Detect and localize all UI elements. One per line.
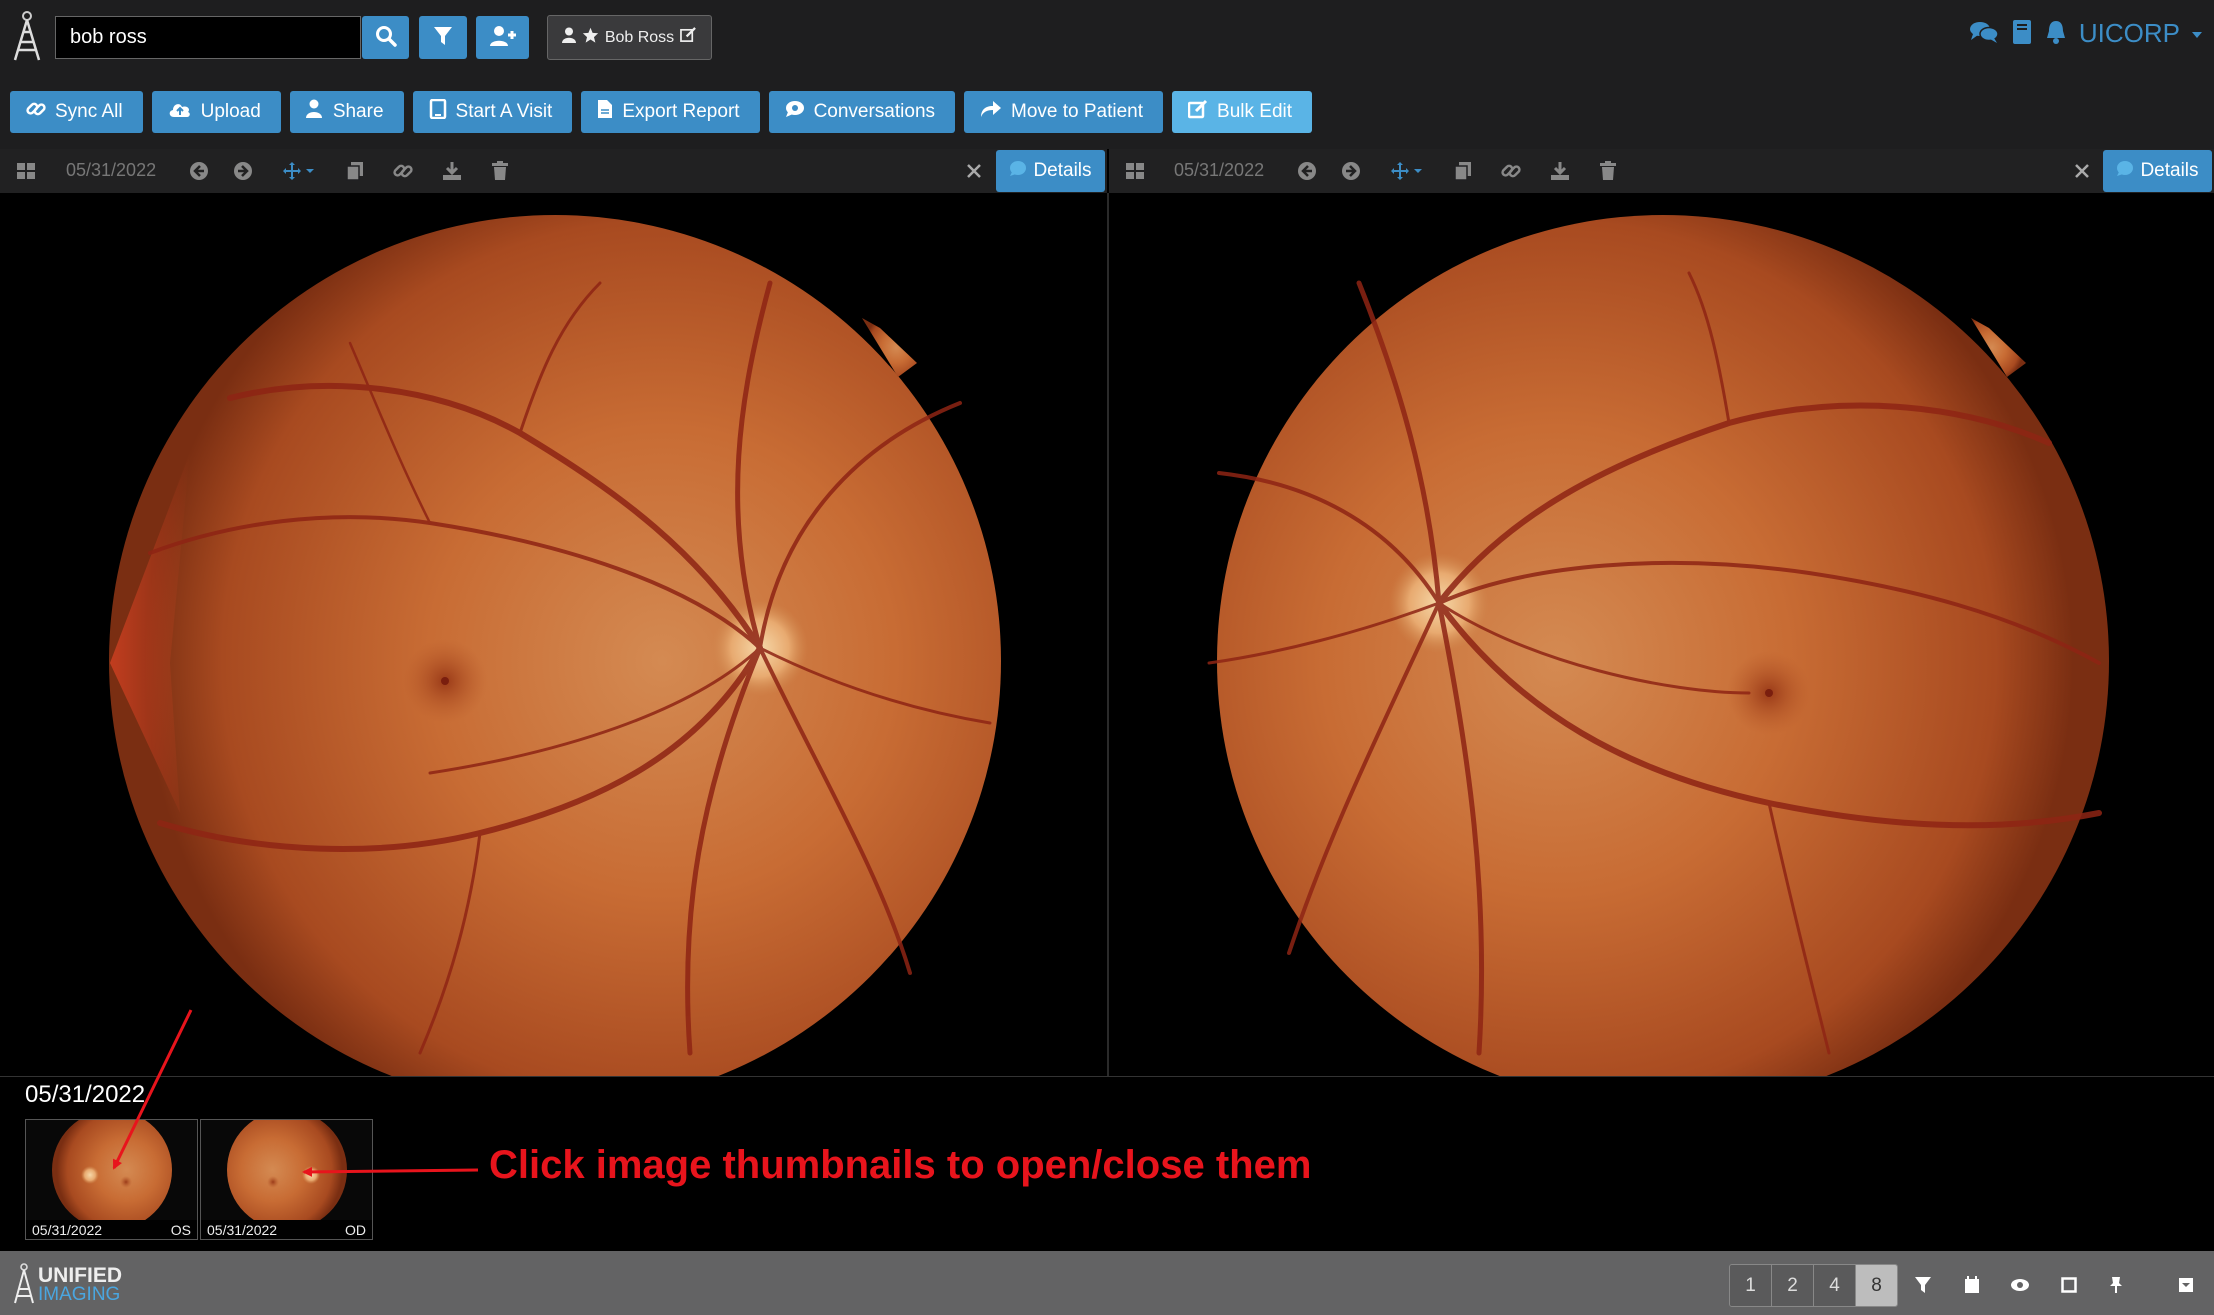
eye-icon[interactable]	[2009, 1274, 2031, 1296]
details-button[interactable]: Details	[2103, 150, 2212, 192]
file-icon	[597, 99, 613, 125]
close-icon[interactable]	[2071, 160, 2093, 182]
share-button[interactable]: Share	[289, 91, 404, 133]
thumbnail-caption: 05/31/2022 OS	[26, 1220, 197, 1239]
move-tool-icon[interactable]	[282, 160, 318, 182]
move-to-patient-label: Move to Patient	[1011, 101, 1144, 122]
search-button[interactable]	[362, 16, 409, 59]
viewer-date: 05/31/2022	[66, 160, 157, 180]
book-icon[interactable]	[2011, 19, 2033, 49]
chat-icon[interactable]	[1969, 20, 1999, 48]
edit-icon	[1187, 99, 1208, 125]
app-logo-icon[interactable]	[10, 8, 44, 62]
add-user-icon	[489, 25, 517, 51]
link-icon[interactable]	[392, 160, 414, 182]
layout-page-group: 1 2 4 8	[1729, 1264, 1898, 1307]
download-icon[interactable]	[441, 160, 463, 182]
grid-icon[interactable]	[15, 160, 37, 182]
annotation-text: Click image thumbnails to open/close the…	[489, 1143, 1312, 1187]
tablet-icon	[429, 98, 447, 125]
upload-button[interactable]: Upload	[151, 91, 281, 133]
filter-button[interactable]	[419, 16, 467, 59]
cloud-upload-icon	[168, 100, 192, 124]
footer-brand-bottom: IMAGING	[38, 1284, 121, 1305]
action-bar: Sync All Upload Share Start A Visit Expo…	[10, 91, 1313, 133]
details-button[interactable]: Details	[996, 150, 1105, 192]
footer-brand-top: UNIFIED	[38, 1264, 122, 1287]
bell-icon[interactable]	[2045, 19, 2067, 49]
conversations-label: Conversations	[813, 101, 936, 122]
tower-logo-icon	[12, 1261, 36, 1309]
star-icon	[582, 27, 599, 48]
collapse-icon[interactable]	[2175, 1274, 2197, 1296]
user-share-icon	[305, 99, 324, 125]
start-visit-button[interactable]: Start A Visit	[412, 91, 573, 133]
viewer-toolbar-left: 05/31/2022 Details	[0, 149, 1107, 193]
move-to-patient-button[interactable]: Move to Patient	[964, 91, 1164, 133]
edit-icon	[680, 27, 697, 48]
fundus-image-os	[109, 215, 1001, 1076]
grid-icon[interactable]	[1124, 160, 1146, 182]
layout-8-button[interactable]: 8	[1856, 1265, 1897, 1306]
add-user-button[interactable]	[476, 16, 529, 59]
org-menu[interactable]: UICORP	[2079, 18, 2180, 49]
start-visit-label: Start A Visit	[455, 101, 553, 122]
thumbnail-eye: OS	[170, 1221, 191, 1238]
square-icon[interactable]	[2058, 1274, 2080, 1296]
next-image-icon[interactable]	[1340, 160, 1362, 182]
patient-name: Bob Ross	[604, 28, 675, 46]
layout-4-button[interactable]: 4	[1814, 1265, 1856, 1306]
prev-image-icon[interactable]	[188, 160, 210, 182]
move-tool-icon[interactable]	[1390, 160, 1426, 182]
share-label: Share	[332, 101, 384, 122]
thumbnail-caption: 05/31/2022 OD	[201, 1220, 372, 1239]
bulk-edit-label: Bulk Edit	[1217, 101, 1293, 122]
top-right-tools: UICORP	[1969, 18, 2202, 49]
thumbnail-eye: OD	[345, 1221, 366, 1238]
prev-image-icon[interactable]	[1296, 160, 1318, 182]
fundus-image-od	[1207, 215, 2109, 1076]
comment-icon	[1009, 160, 1027, 183]
footer-logo: UNIFIED IMAGING	[12, 1261, 122, 1309]
details-label: Details	[1033, 160, 1092, 181]
trash-icon[interactable]	[489, 160, 511, 182]
search-input[interactable]	[55, 16, 361, 59]
link-icon	[26, 99, 46, 125]
thumbnail-date: 05/31/2022	[32, 1221, 103, 1238]
sync-all-label: Sync All	[55, 101, 123, 122]
pin-icon[interactable]	[2105, 1274, 2127, 1296]
layout-2-button[interactable]: 2	[1772, 1265, 1814, 1306]
annotation-arrows	[112, 1009, 479, 1177]
chevron-down-icon[interactable]	[2192, 24, 2202, 43]
patient-chip[interactable]: Bob Ross	[547, 15, 712, 60]
filter-icon	[433, 25, 453, 51]
viewer-date: 05/31/2022	[1174, 160, 1265, 180]
comment-icon	[785, 100, 805, 124]
next-image-icon[interactable]	[232, 160, 254, 182]
copy-icon[interactable]	[344, 160, 366, 182]
calendar-icon[interactable]	[1961, 1274, 1983, 1296]
viewer-toolbar-right: 05/31/2022 Details	[1109, 149, 2214, 193]
details-label: Details	[2140, 160, 2199, 181]
close-icon[interactable]	[963, 160, 985, 182]
image-viewer-right[interactable]	[1109, 193, 2214, 1076]
bulk-edit-button[interactable]: Bulk Edit	[1172, 91, 1313, 133]
comment-icon	[2116, 160, 2134, 183]
upload-label: Upload	[200, 101, 261, 122]
link-icon[interactable]	[1500, 160, 1522, 182]
export-report-label: Export Report	[622, 101, 740, 122]
sync-all-button[interactable]: Sync All	[10, 91, 143, 133]
trash-icon[interactable]	[1597, 160, 1619, 182]
export-report-button[interactable]: Export Report	[581, 91, 760, 133]
download-icon[interactable]	[1549, 160, 1571, 182]
image-viewer-left[interactable]	[0, 193, 1107, 1076]
layout-1-button[interactable]: 1	[1730, 1265, 1772, 1306]
user-icon	[561, 27, 576, 48]
search-icon	[375, 25, 397, 51]
copy-icon[interactable]	[1452, 160, 1474, 182]
thumbnail-date: 05/31/2022	[207, 1221, 278, 1238]
share-arrow-icon	[980, 100, 1002, 124]
conversations-button[interactable]: Conversations	[768, 91, 956, 133]
filter-icon[interactable]	[1912, 1274, 1934, 1296]
